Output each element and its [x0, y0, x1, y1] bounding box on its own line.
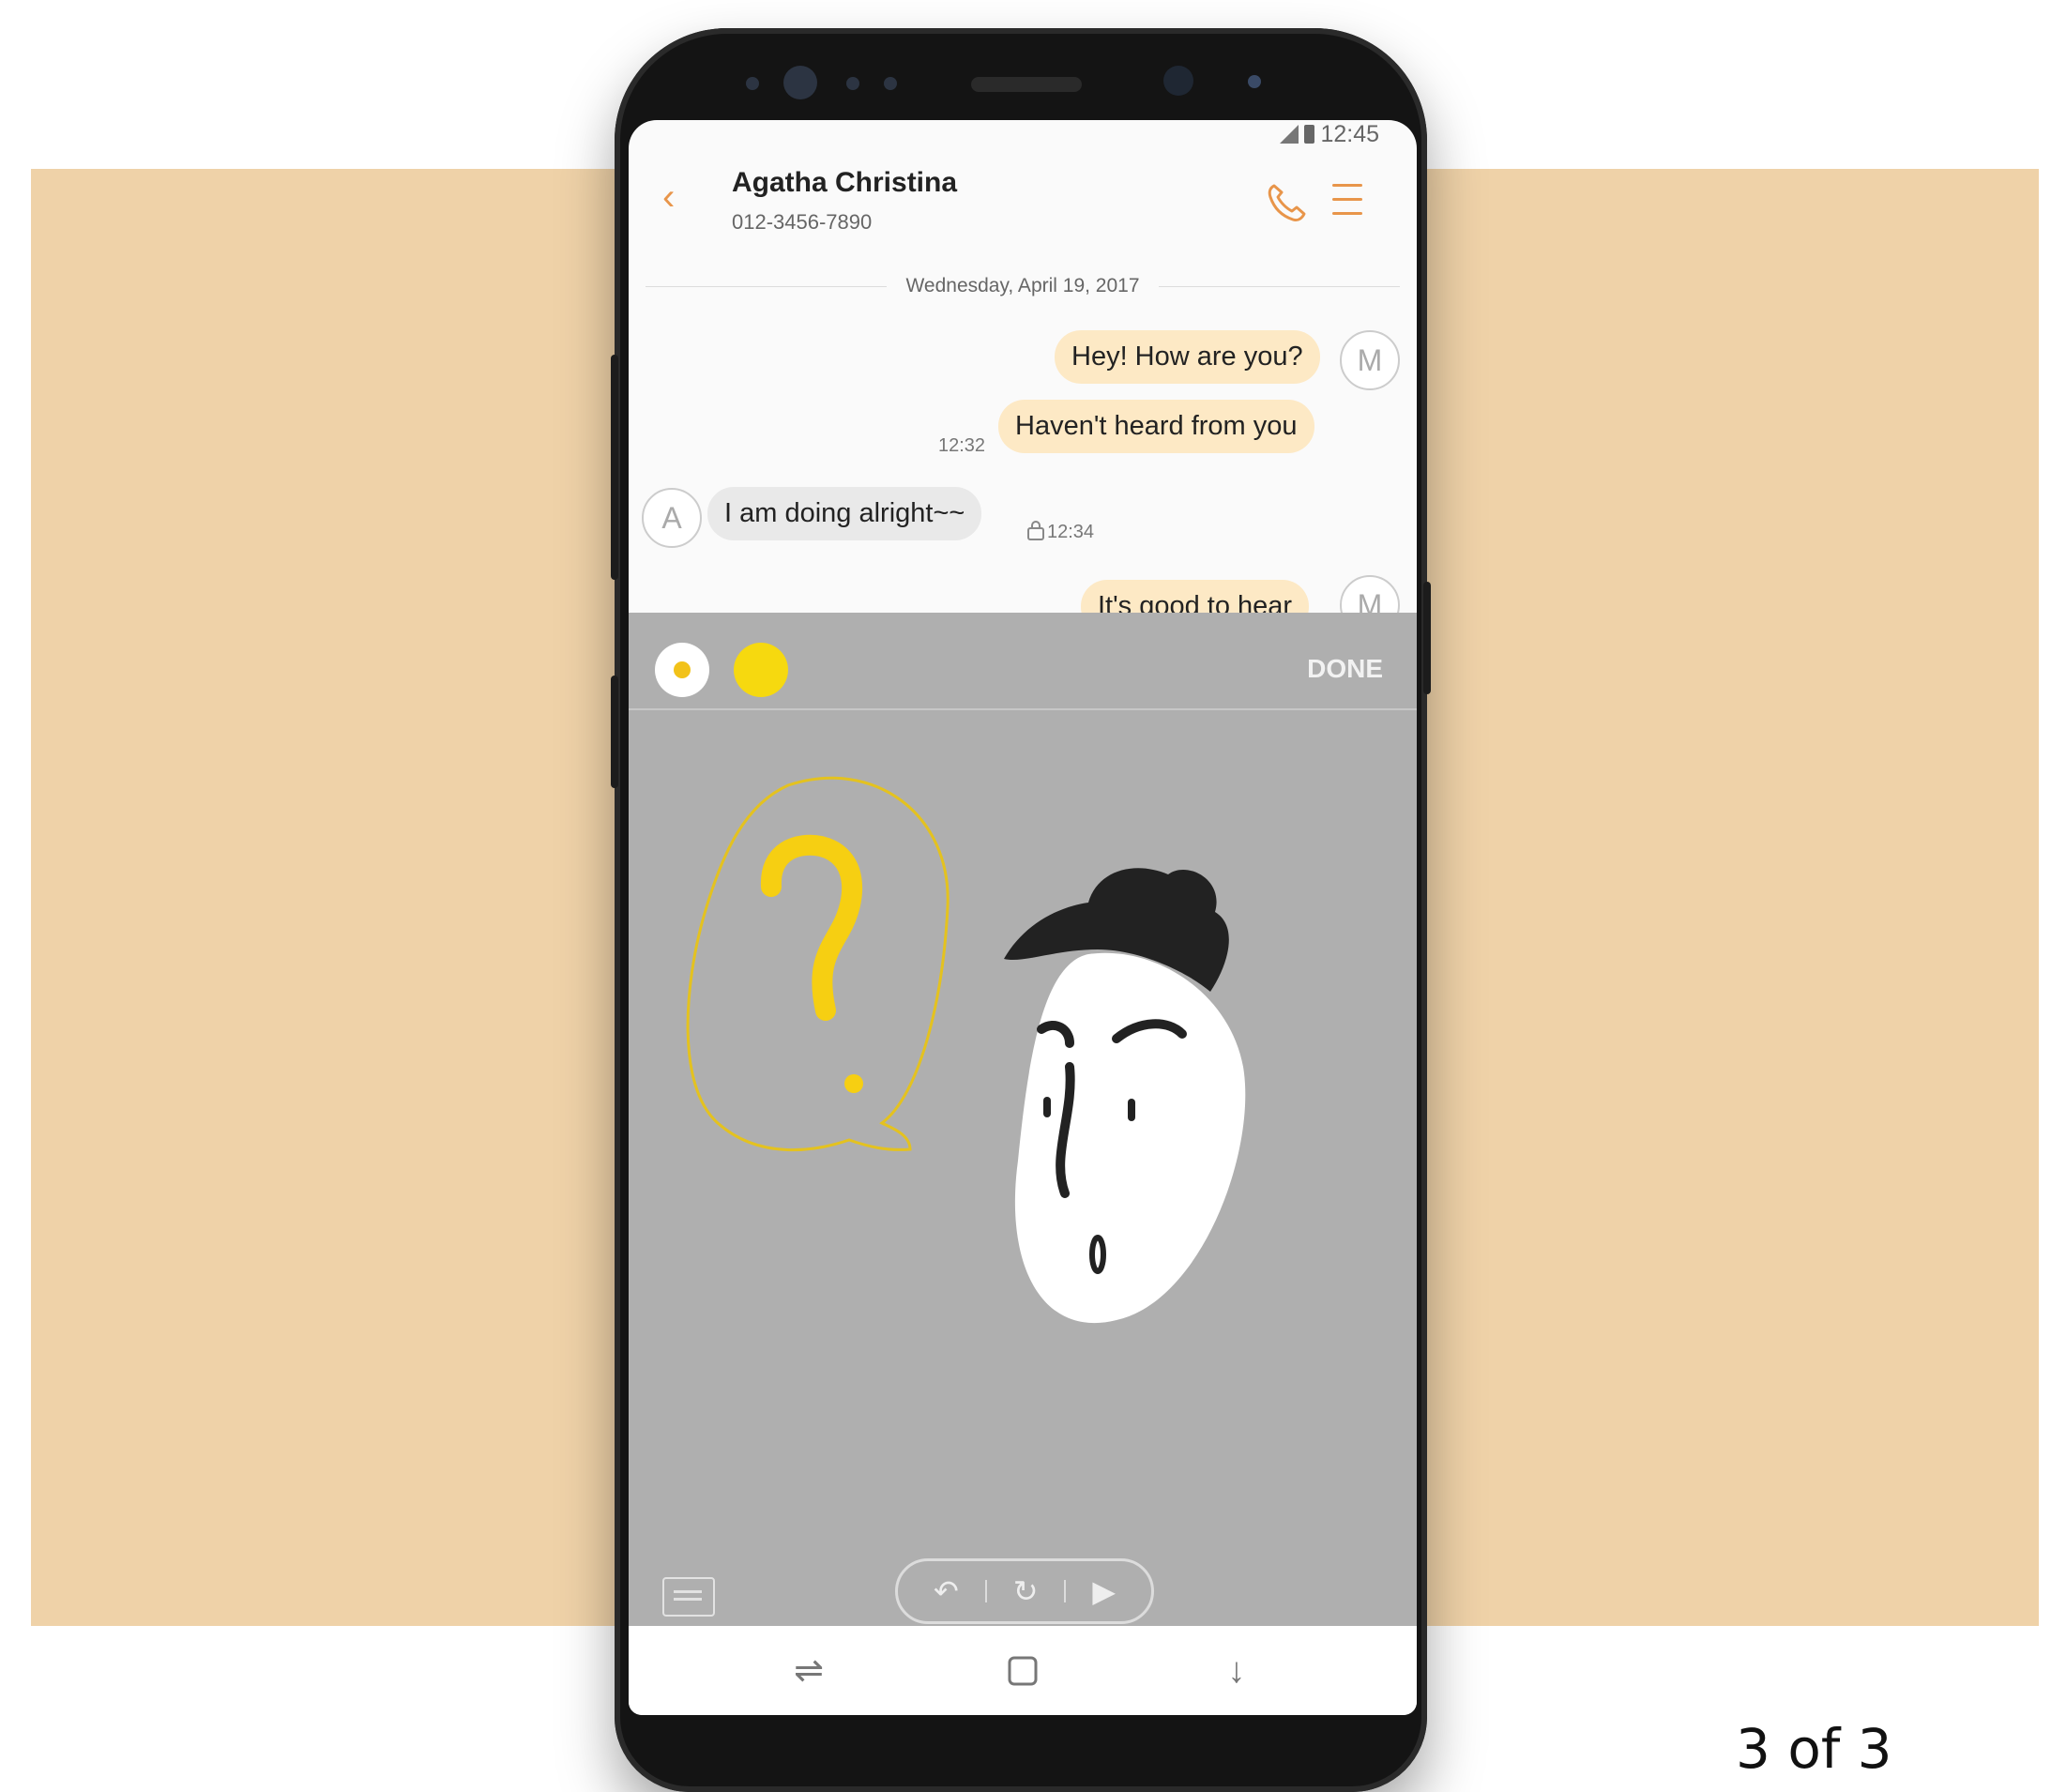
- status-time: 12:45: [1320, 120, 1379, 147]
- playback-controls: ↶ ↻ ▶: [895, 1558, 1154, 1624]
- replay-icon[interactable]: ↻: [1013, 1573, 1039, 1609]
- date-separator: Wednesday, April 19, 2017: [646, 272, 1400, 300]
- earpiece-speaker: [971, 77, 1082, 92]
- message-bubble[interactable]: Hey! How are you?: [1055, 330, 1320, 384]
- drawing-bottom-bar: ↶ ↻ ▶: [629, 1551, 1417, 1626]
- done-button[interactable]: DONE: [1307, 654, 1383, 684]
- signal-icon: [1280, 125, 1299, 144]
- message-bubble[interactable]: Haven't heard from you: [998, 400, 1314, 453]
- question-mark-doodle: [760, 834, 863, 1093]
- front-camera: [1163, 66, 1193, 96]
- divider: [984, 1580, 987, 1602]
- navigation-bar: ⇌ ↓: [629, 1626, 1417, 1715]
- phone-call-icon[interactable]: [1261, 178, 1310, 227]
- message-bubble[interactable]: I am doing alright~~: [707, 487, 982, 540]
- drawing-panel[interactable]: DONE ↶ ↻ ▶: [629, 613, 1417, 1626]
- sensor-dot: [884, 77, 897, 90]
- home-icon[interactable]: [1002, 1650, 1043, 1692]
- contact-number: 012-3456-7890: [732, 210, 873, 234]
- bixby-button: [611, 676, 618, 788]
- battery-icon: [1304, 125, 1315, 144]
- keyboard-icon[interactable]: [662, 1577, 715, 1617]
- recent-apps-icon[interactable]: ⇌: [788, 1650, 829, 1692]
- back-arrow-icon[interactable]: ‹: [662, 176, 675, 219]
- sensor-dot: [846, 77, 859, 90]
- sensor-dot: [1248, 75, 1261, 88]
- undo-icon[interactable]: ↶: [934, 1573, 959, 1609]
- avatar[interactable]: M: [1340, 330, 1400, 390]
- avatar[interactable]: A: [642, 488, 702, 548]
- status-bar: 12:45: [1280, 120, 1379, 148]
- menu-icon[interactable]: [1332, 184, 1362, 218]
- volume-button: [611, 355, 618, 580]
- proximity-sensor: [746, 77, 759, 90]
- message-time: 12:34: [1047, 522, 1095, 542]
- back-icon[interactable]: ↓: [1216, 1650, 1257, 1692]
- drawing-canvas[interactable]: [629, 710, 1417, 1517]
- contact-name: Agatha Christina: [732, 167, 958, 198]
- pen-settings-button[interactable]: [655, 643, 709, 697]
- divider: [1064, 1580, 1067, 1602]
- slide-counter: 3 of 3: [1736, 1717, 1892, 1781]
- iris-camera: [783, 66, 817, 99]
- date-label: Wednesday, April 19, 2017: [905, 275, 1140, 296]
- phone-screen: 12:45 ‹ Agatha Christina 012-3456-7890 W…: [629, 120, 1417, 1715]
- face-doodle: [1004, 868, 1246, 1324]
- power-button: [1423, 582, 1431, 694]
- play-icon[interactable]: ▶: [1092, 1573, 1116, 1609]
- message-time: 12:32: [938, 435, 986, 456]
- lock-icon: [1027, 521, 1044, 540]
- pen-color-button[interactable]: [734, 643, 788, 697]
